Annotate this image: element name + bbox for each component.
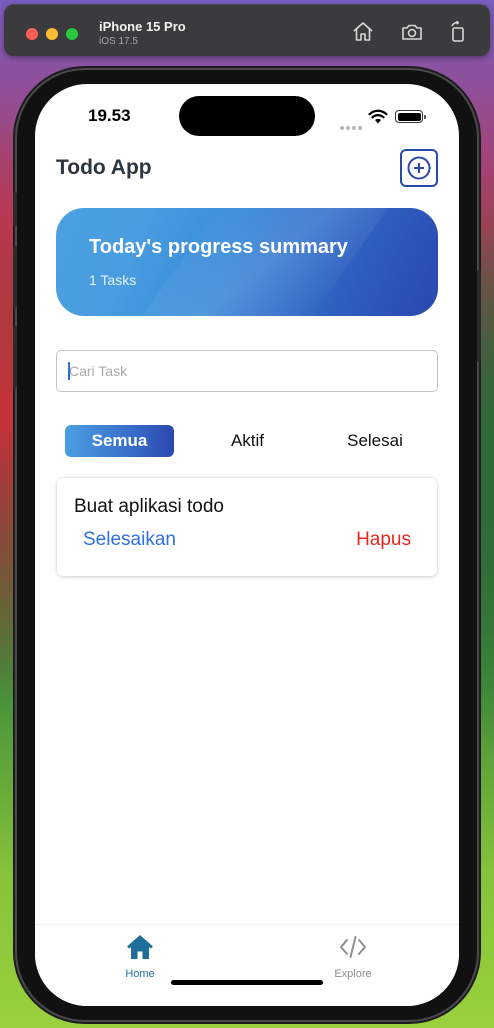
volume-down-button xyxy=(13,326,17,388)
battery-icon xyxy=(395,110,426,123)
text-cursor xyxy=(68,362,70,380)
simulator-toolbar: iPhone 15 Pro iOS 17.5 xyxy=(4,4,490,56)
simulator-os-version: iOS 17.5 xyxy=(99,36,138,47)
add-task-button[interactable] xyxy=(400,149,438,187)
tab-home-label: Home xyxy=(125,968,155,980)
code-icon xyxy=(340,936,366,958)
filter-tab-done[interactable]: Selesai xyxy=(325,425,425,457)
dynamic-island xyxy=(179,96,315,136)
tab-explore-label: Explore xyxy=(334,968,372,980)
finish-task-button[interactable]: Selesaikan xyxy=(83,529,176,551)
task-card: Buat aplikasi todo Selesaikan Hapus xyxy=(57,478,437,576)
delete-task-button[interactable]: Hapus xyxy=(356,529,411,551)
home-icon[interactable] xyxy=(351,20,375,44)
volume-up-button xyxy=(13,246,17,308)
progress-summary-card: Today's progress summary 1 Tasks xyxy=(56,208,438,316)
house-icon xyxy=(127,935,153,959)
app-screen: 19.53 Todo App Today's progress summary … xyxy=(35,84,459,1006)
filter-tab-active[interactable]: Aktif xyxy=(205,425,290,457)
action-button xyxy=(13,192,17,226)
home-indicator xyxy=(171,980,323,985)
plus-circle-icon xyxy=(407,156,431,180)
wifi-icon xyxy=(368,109,388,129)
progress-title: Today's progress summary xyxy=(89,236,348,258)
status-time: 19.53 xyxy=(88,106,131,125)
page-title: Todo App xyxy=(56,156,152,179)
close-window-button[interactable] xyxy=(26,28,38,40)
tab-home[interactable]: Home xyxy=(100,933,180,980)
task-title: Buat aplikasi todo xyxy=(74,496,224,517)
screenshot-icon[interactable] xyxy=(400,20,424,44)
power-button xyxy=(477,270,481,362)
simulator-device-name: iPhone 15 Pro xyxy=(99,19,186,34)
zoom-window-button[interactable] xyxy=(66,28,78,40)
filter-tab-all[interactable]: Semua xyxy=(65,425,174,457)
signal-icon xyxy=(340,117,364,135)
search-input[interactable] xyxy=(56,350,438,392)
minimize-window-button[interactable] xyxy=(46,28,58,40)
progress-task-count: 1 Tasks xyxy=(89,272,137,288)
iphone-frame: 19.53 Todo App Today's progress summary … xyxy=(13,70,481,1020)
bottom-tab-bar: Home Explore xyxy=(35,924,459,1006)
rotate-icon[interactable] xyxy=(446,20,470,44)
tab-explore[interactable]: Explore xyxy=(313,933,393,980)
